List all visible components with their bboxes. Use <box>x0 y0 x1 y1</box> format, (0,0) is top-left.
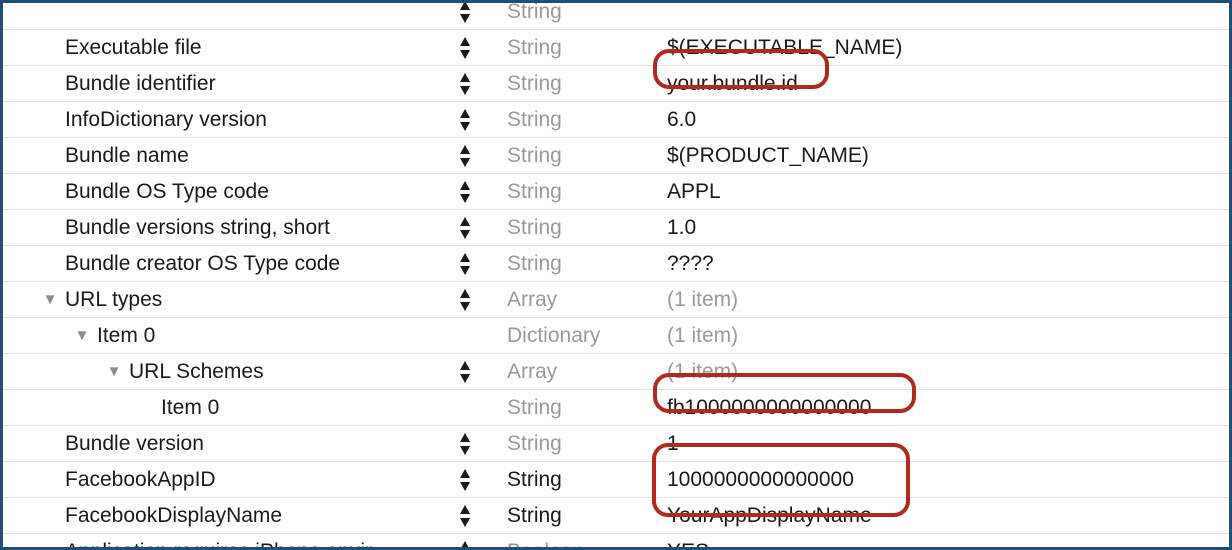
up-down-stepper-icon[interactable] <box>455 432 475 456</box>
plist-type[interactable]: String <box>507 30 562 65</box>
up-down-stepper-icon[interactable] <box>455 468 475 492</box>
disclosure-triangle-icon[interactable]: ▼ <box>103 354 125 389</box>
plist-type[interactable]: Dictionary <box>507 318 600 353</box>
up-down-stepper-icon[interactable] <box>455 180 475 204</box>
plist-value[interactable]: (1 item) <box>667 282 738 317</box>
up-down-stepper-icon[interactable] <box>455 288 475 312</box>
plist-key[interactable]: Item 0 <box>161 390 219 425</box>
plist-type[interactable]: String <box>507 462 562 497</box>
plist-key[interactable]: URL types <box>65 282 162 317</box>
plist-type[interactable]: String <box>507 210 562 245</box>
plist-editor-window: String Executable file String $(EXECUTABLE_… <box>0 0 1232 550</box>
up-down-stepper-icon[interactable] <box>455 36 475 60</box>
up-down-stepper-icon[interactable] <box>455 216 475 240</box>
plist-value[interactable]: $(EXECUTABLE_NAME) <box>667 30 902 65</box>
plist-row[interactable]: Item 0 String fb1000000000000000 <box>3 390 1229 426</box>
plist-row[interactable]: Bundle OS Type code String APPL <box>3 174 1229 210</box>
plist-value[interactable]: ???? <box>667 246 714 281</box>
plist-value[interactable]: YourAppDisplayName <box>667 498 872 533</box>
plist-type[interactable]: String <box>507 246 562 281</box>
plist-row[interactable]: InfoDictionary version String 6.0 <box>3 102 1229 138</box>
plist-row[interactable]: Bundle versions string, short String 1.0 <box>3 210 1229 246</box>
plist-value[interactable]: 1.0 <box>667 210 696 245</box>
plist-value[interactable]: your.bundle.id <box>667 66 798 101</box>
property-list: String Executable file String $(EXECUTABLE_… <box>3 3 1229 547</box>
plist-row[interactable]: FacebookDisplayName String YourAppDisplayN… <box>3 498 1229 534</box>
plist-row[interactable]: Application requires iPhone envir… Boolea… <box>3 534 1229 547</box>
plist-key[interactable]: Bundle identifier <box>65 66 216 101</box>
plist-value[interactable]: 1000000000000000 <box>667 462 854 497</box>
up-down-stepper-icon[interactable] <box>455 252 475 276</box>
plist-key[interactable]: FacebookDisplayName <box>65 498 282 533</box>
plist-row[interactable]: Bundle creator OS Type code String???? <box>3 246 1229 282</box>
plist-type[interactable]: Boolean <box>507 534 584 547</box>
plist-type[interactable]: String <box>507 426 562 461</box>
up-down-stepper-icon[interactable] <box>455 360 475 384</box>
plist-row[interactable]: ▼ URL types Array (1 item) <box>3 282 1229 318</box>
up-down-stepper-icon[interactable] <box>455 144 475 168</box>
up-down-stepper-icon[interactable] <box>455 504 475 528</box>
plist-value[interactable]: APPL <box>667 174 721 209</box>
plist-row[interactable]: ▼ URL Schemes Array (1 item) <box>3 354 1229 390</box>
plist-value[interactable]: fb1000000000000000 <box>667 390 871 425</box>
plist-row[interactable]: Bundle version String 1 <box>3 426 1229 462</box>
disclosure-triangle-icon[interactable]: ▼ <box>71 318 93 353</box>
plist-key[interactable]: URL Schemes <box>129 354 264 389</box>
plist-key[interactable]: Bundle version <box>65 426 204 461</box>
plist-value[interactable]: 6.0 <box>667 102 696 137</box>
plist-type[interactable]: String <box>507 138 562 173</box>
plist-key[interactable]: Executable file <box>65 30 202 65</box>
plist-type[interactable]: Array <box>507 354 557 389</box>
plist-key[interactable]: Item 0 <box>97 318 155 353</box>
plist-row[interactable]: Bundle identifier String your.bundle.id <box>3 66 1229 102</box>
plist-row[interactable]: ▼ Item 0 Dictionary (1 item) <box>3 318 1229 354</box>
plist-type[interactable]: String <box>507 390 562 425</box>
plist-value[interactable]: YES <box>667 534 709 547</box>
up-down-stepper-icon[interactable] <box>455 108 475 132</box>
plist-key[interactable]: Bundle name <box>65 138 189 173</box>
plist-row[interactable]: String <box>3 3 1229 30</box>
plist-type[interactable]: String <box>507 498 562 533</box>
plist-value[interactable]: (1 item) <box>667 354 738 389</box>
plist-key[interactable]: Bundle creator OS Type code <box>65 246 340 281</box>
plist-value[interactable]: $(PRODUCT_NAME) <box>667 138 869 173</box>
plist-row[interactable]: FacebookAppID String 1000000000000000 <box>3 462 1229 498</box>
up-down-stepper-icon[interactable] <box>455 3 475 24</box>
disclosure-triangle-icon[interactable]: ▼ <box>39 282 61 317</box>
plist-value[interactable]: 1 <box>667 426 679 461</box>
plist-key[interactable]: Application requires iPhone envir… <box>65 534 393 547</box>
plist-type[interactable]: String <box>507 102 562 137</box>
plist-key[interactable]: InfoDictionary version <box>65 102 267 137</box>
plist-type[interactable]: String <box>507 3 562 29</box>
up-down-stepper-icon[interactable] <box>455 540 475 547</box>
plist-key[interactable]: Bundle OS Type code <box>65 174 269 209</box>
plist-type[interactable]: Array <box>507 282 557 317</box>
plist-row[interactable]: Bundle name String $(PRODUCT_NAME) <box>3 138 1229 174</box>
plist-value[interactable]: (1 item) <box>667 318 738 353</box>
plist-key[interactable]: FacebookAppID <box>65 462 216 497</box>
plist-type[interactable]: String <box>507 66 562 101</box>
plist-type[interactable]: String <box>507 174 562 209</box>
plist-row[interactable]: Executable file String $(EXECUTABLE_NAME) <box>3 30 1229 66</box>
up-down-stepper-icon[interactable] <box>455 72 475 96</box>
plist-key[interactable]: Bundle versions string, short <box>65 210 330 245</box>
